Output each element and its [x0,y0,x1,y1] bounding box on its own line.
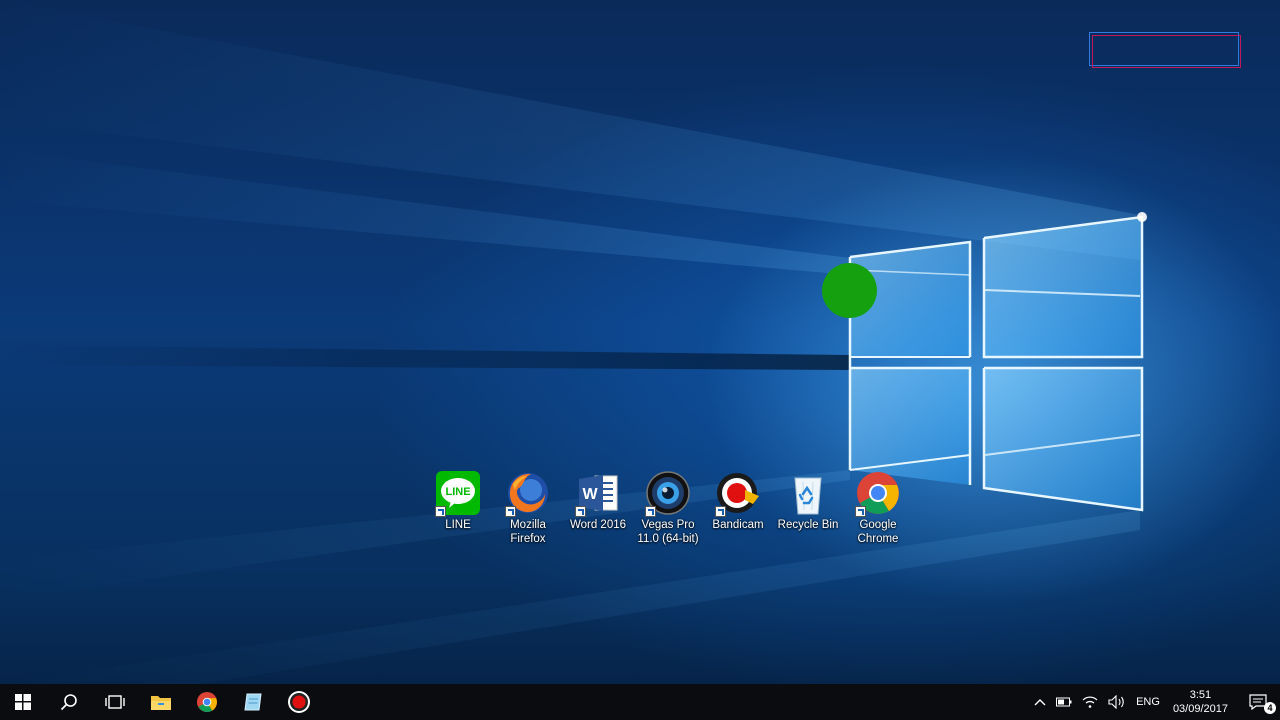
notepad-icon [244,693,262,711]
desktop-icon-bandicam[interactable]: Bandicam [703,470,773,546]
desktop-icon-firefox[interactable]: Mozilla Firefox [493,470,563,546]
icon-label: Bandicam [712,519,764,531]
selection-rectangle [1089,32,1241,68]
file-explorer-icon [151,696,171,710]
speaker-icon [1108,695,1124,709]
taskbar-chrome[interactable] [184,684,230,720]
desktop-icon-line[interactable]: LINE LINE [423,470,493,546]
bandicam-icon [715,470,761,517]
shortcut-arrow-icon [435,506,446,517]
taskbar-notepad[interactable] [230,684,276,720]
battery-button[interactable] [1051,684,1077,720]
volume-button[interactable] [1103,684,1131,720]
desktop[interactable]: LINE LINE Mozilla Firefox W Word 2016 Ve… [0,0,1280,720]
language-label: ENG [1136,696,1160,708]
shortcut-arrow-icon [575,506,586,517]
taskbar: ENG 3:51 03/09/2017 4 [0,684,1280,720]
icon-label: Mozilla Firefox [510,519,546,545]
action-center-button[interactable]: 4 [1236,684,1280,720]
line-app-icon: LINE [435,470,481,517]
icon-label: Recycle Bin [777,519,839,531]
desktop-icons: LINE LINE Mozilla Firefox W Word 2016 Ve… [423,470,913,546]
battery-icon [1056,697,1072,707]
chevron-up-icon [1034,699,1046,706]
clock-date: 03/09/2017 [1172,703,1228,715]
search-button[interactable] [46,684,92,720]
system-tray: ENG 3:51 03/09/2017 4 [1029,684,1280,720]
shortcut-arrow-icon [505,506,516,517]
word-icon: W [575,470,621,517]
word-letter: W [582,486,598,503]
line-logo-text: LINE [445,486,470,498]
start-icon [15,694,31,710]
language-indicator[interactable]: ENG [1131,684,1165,720]
shortcut-arrow-icon [645,506,656,517]
task-view-button[interactable] [92,684,138,720]
wallpaper [0,0,1147,684]
clock-time: 3:51 [1189,689,1212,701]
wifi-icon [1082,696,1098,708]
taskbar-record[interactable] [276,684,322,720]
desktop-icon-chrome[interactable]: Google Chrome [843,470,913,546]
shortcut-arrow-icon [715,506,726,517]
show-hidden-icons-button[interactable] [1029,684,1051,720]
icon-label: LINE [445,519,471,531]
search-icon [60,694,77,711]
shortcut-arrow-icon [855,506,866,517]
desktop-icon-word[interactable]: W Word 2016 [563,470,633,546]
icon-label: Vegas Pro 11.0 (64-bit) [637,519,699,545]
task-view-icon [105,695,125,709]
record-icon [288,691,310,713]
firefox-icon [505,470,551,517]
icon-label: Word 2016 [569,519,627,531]
chrome-icon [196,691,218,713]
recycle-bin-icon [785,470,831,516]
icon-label: Google Chrome [857,519,899,545]
desktop-icon-recycle-bin[interactable]: Recycle Bin [773,470,843,546]
start-button[interactable] [0,684,46,720]
clock[interactable]: 3:51 03/09/2017 [1165,688,1236,716]
cursor-highlight [822,263,877,318]
taskbar-file-explorer[interactable] [138,684,184,720]
notification-count-badge: 4 [1264,702,1276,714]
vegas-pro-icon [645,470,691,517]
chrome-icon [855,470,901,517]
desktop-icon-vegas-pro[interactable]: Vegas Pro 11.0 (64-bit) [633,470,703,546]
network-button[interactable] [1077,684,1103,720]
